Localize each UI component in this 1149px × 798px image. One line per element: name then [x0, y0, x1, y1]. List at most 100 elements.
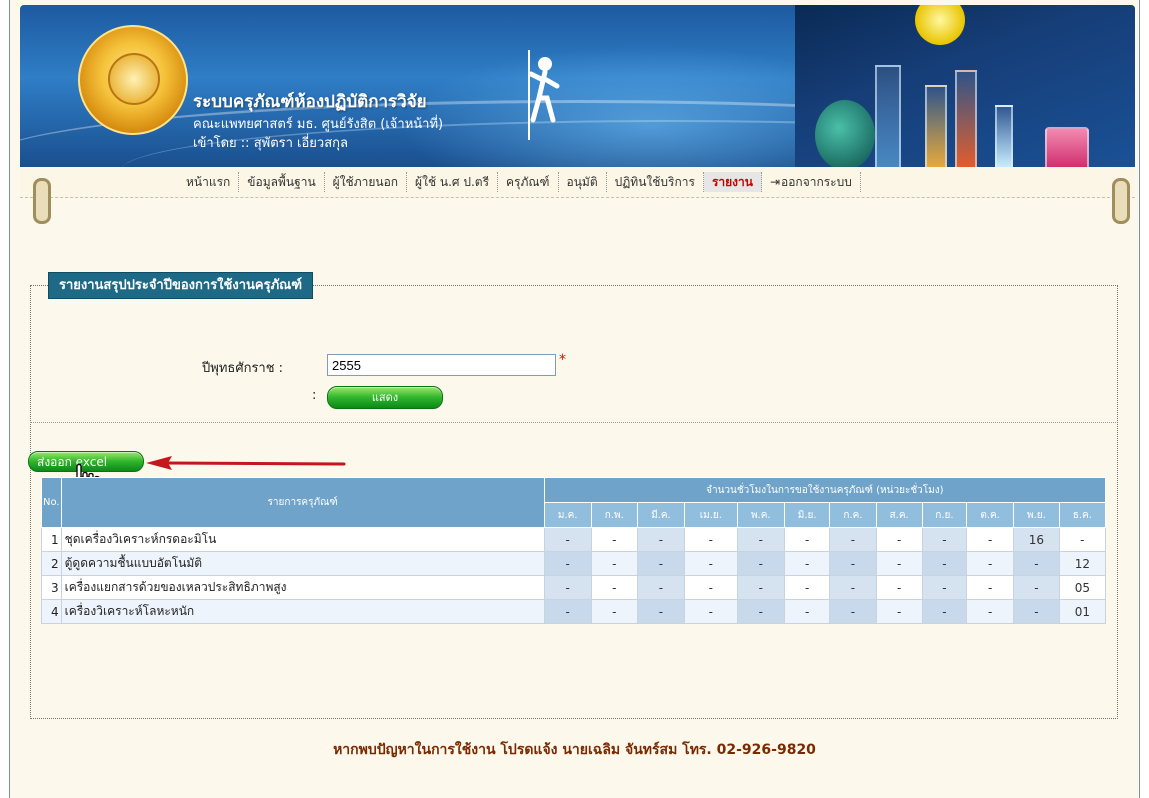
row-no: 4 — [41, 599, 62, 624]
row-value: - — [736, 575, 785, 600]
nav-report[interactable]: รายงาน — [703, 172, 762, 192]
nav-approve[interactable]: อนุมัติ — [559, 172, 607, 192]
year-label: ปีพุทธศักราช : — [202, 361, 284, 376]
row-value: - — [590, 599, 638, 624]
system-title: ระบบครุภัณฑ์ห้องปฏิบัติการวิจัย — [193, 92, 427, 112]
row-value: - — [783, 527, 831, 552]
month-header: ต.ค. — [966, 502, 1015, 528]
row-item-name: เครื่องวิเคราะห์โลหะหนัก — [60, 599, 545, 624]
month-header: ก.ค. — [829, 502, 877, 528]
nav-master-data[interactable]: ข้อมูลพื้นฐาน — [239, 172, 325, 192]
nav-equipment[interactable]: ครุภัณฑ์ — [498, 172, 559, 192]
month-header: ม.ค. — [543, 502, 592, 528]
row-value: - — [684, 527, 738, 552]
row-value: - — [966, 575, 1015, 600]
row-value: - — [783, 575, 831, 600]
row-value: - — [684, 551, 738, 576]
row-item-name: ชุดเครื่องวิเคราะห์กรดอะมิโน — [60, 527, 545, 552]
row-value: - — [636, 527, 686, 552]
row-value: 01 — [1058, 599, 1107, 624]
nav-home[interactable]: หน้าแรก — [178, 172, 240, 192]
row-value: - — [921, 575, 968, 600]
row-value: - — [590, 575, 638, 600]
row-no: 3 — [41, 575, 62, 600]
row-value: 16 — [1013, 527, 1060, 552]
row-value: - — [875, 599, 923, 624]
row-value: - — [966, 551, 1015, 576]
row-no: 1 — [41, 527, 62, 552]
month-header: พ.ย. — [1013, 502, 1060, 528]
report-table: No. รายการครุภัณฑ์ จำนวนชั่วโมงในการขอใช… — [41, 477, 1107, 624]
row-value: - — [736, 527, 785, 552]
row-value: - — [783, 551, 831, 576]
month-header: ส.ค. — [875, 502, 923, 528]
red-arrow-icon — [146, 456, 346, 470]
month-header: ก.พ. — [590, 502, 638, 528]
nav-logout[interactable]: ⇥ออกจากระบบ — [762, 172, 861, 192]
university-logo-icon — [78, 25, 188, 135]
row-value: 05 — [1058, 575, 1107, 600]
row-value: - — [543, 575, 592, 600]
row-value: - — [966, 599, 1015, 624]
col-item-header: รายการครุภัณฑ์ — [60, 477, 545, 528]
nav-students[interactable]: ผู้ใช้ น.ศ ป.ตรี — [407, 172, 499, 192]
row-value: - — [543, 527, 592, 552]
col-hours-header: จำนวนชั่วโมงในการขอใช้งานครุภัณฑ์ (หน่วย… — [543, 477, 1107, 503]
logout-icon: ⇥ — [769, 175, 781, 189]
nav-external-users[interactable]: ผู้ใช้ภายนอก — [325, 172, 408, 192]
row-value: - — [590, 527, 638, 552]
row-value: - — [875, 551, 923, 576]
month-header: มี.ค. — [636, 502, 686, 528]
month-header: มิ.ย. — [783, 502, 831, 528]
header-banner: ระบบครุภัณฑ์ห้องปฏิบัติการวิจัย คณะแพทยศ… — [20, 5, 1135, 167]
row-value: - — [829, 527, 877, 552]
table-row: 1 ชุดเครื่องวิเคราะห์กรดอะมิโน - - - - -… — [41, 527, 1107, 552]
nav-calendar[interactable]: ปฏิทินใช้บริการ — [607, 172, 704, 192]
month-header: ธ.ค. — [1058, 502, 1107, 528]
month-header: ก.ย. — [921, 502, 968, 528]
nav-bar: หน้าแรก ข้อมูลพื้นฐาน ผู้ใช้ภายนอก ผู้ใช… — [20, 167, 1135, 198]
required-mark: * — [559, 352, 566, 368]
row-value: - — [966, 527, 1015, 552]
row-no: 2 — [41, 551, 62, 576]
left-ring-icon — [33, 178, 51, 224]
row-item-name: เครื่องแยกสารด้วยของเหลวประสิทธิภาพสูง — [60, 575, 545, 600]
divider — [30, 422, 1116, 423]
row-value: - — [1013, 575, 1060, 600]
logout-label: ออกจากระบบ — [781, 175, 852, 189]
row-value: - — [1013, 551, 1060, 576]
right-ring-icon — [1112, 178, 1130, 224]
faculty-name: คณะแพทยศาสตร์ มธ. ศูนย์รังสิต (เจ้าหน้าท… — [193, 117, 444, 132]
row-item-name: ตู้ดูดความชื้นแบบอัตโนมัติ — [60, 551, 545, 576]
main-menu: หน้าแรก ข้อมูลพื้นฐาน ผู้ใช้ภายนอก ผู้ใช… — [178, 171, 861, 193]
table-row: 2 ตู้ดูดความชื้นแบบอัตโนมัติ - - - - - -… — [41, 551, 1107, 576]
lab-graphic — [795, 5, 1135, 167]
row-value: - — [921, 527, 968, 552]
row-value: - — [1058, 527, 1107, 552]
show-button[interactable]: แสดง — [327, 386, 443, 409]
show-colon: : — [312, 388, 317, 403]
row-value: - — [684, 599, 738, 624]
row-value: - — [921, 599, 968, 624]
row-value: - — [636, 551, 686, 576]
login-user: เข้าโดย :: สุพัตรา เอี่ยวสกุล — [193, 136, 348, 151]
table-row: 3 เครื่องแยกสารด้วยของเหลวประสิทธิภาพสูง… — [41, 575, 1107, 600]
year-input[interactable] — [327, 354, 556, 376]
month-header: พ.ค. — [736, 502, 785, 528]
row-value: - — [829, 575, 877, 600]
row-value: - — [783, 599, 831, 624]
row-value: - — [829, 551, 877, 576]
row-value: 12 — [1058, 551, 1107, 576]
col-no-header: No. — [41, 477, 62, 528]
row-value: - — [921, 551, 968, 576]
row-value: - — [875, 527, 923, 552]
figure-graphic-icon — [528, 50, 560, 140]
month-header: เม.ย. — [684, 502, 738, 528]
table-row: 4 เครื่องวิเคราะห์โลหะหนัก - - - - - - -… — [41, 599, 1107, 624]
row-value: - — [829, 599, 877, 624]
row-value: - — [543, 599, 592, 624]
row-value: - — [875, 575, 923, 600]
row-value: - — [636, 599, 686, 624]
row-value: - — [736, 599, 785, 624]
report-legend: รายงานสรุปประจำปีของการใช้งานครุภัณฑ์ — [48, 272, 313, 299]
